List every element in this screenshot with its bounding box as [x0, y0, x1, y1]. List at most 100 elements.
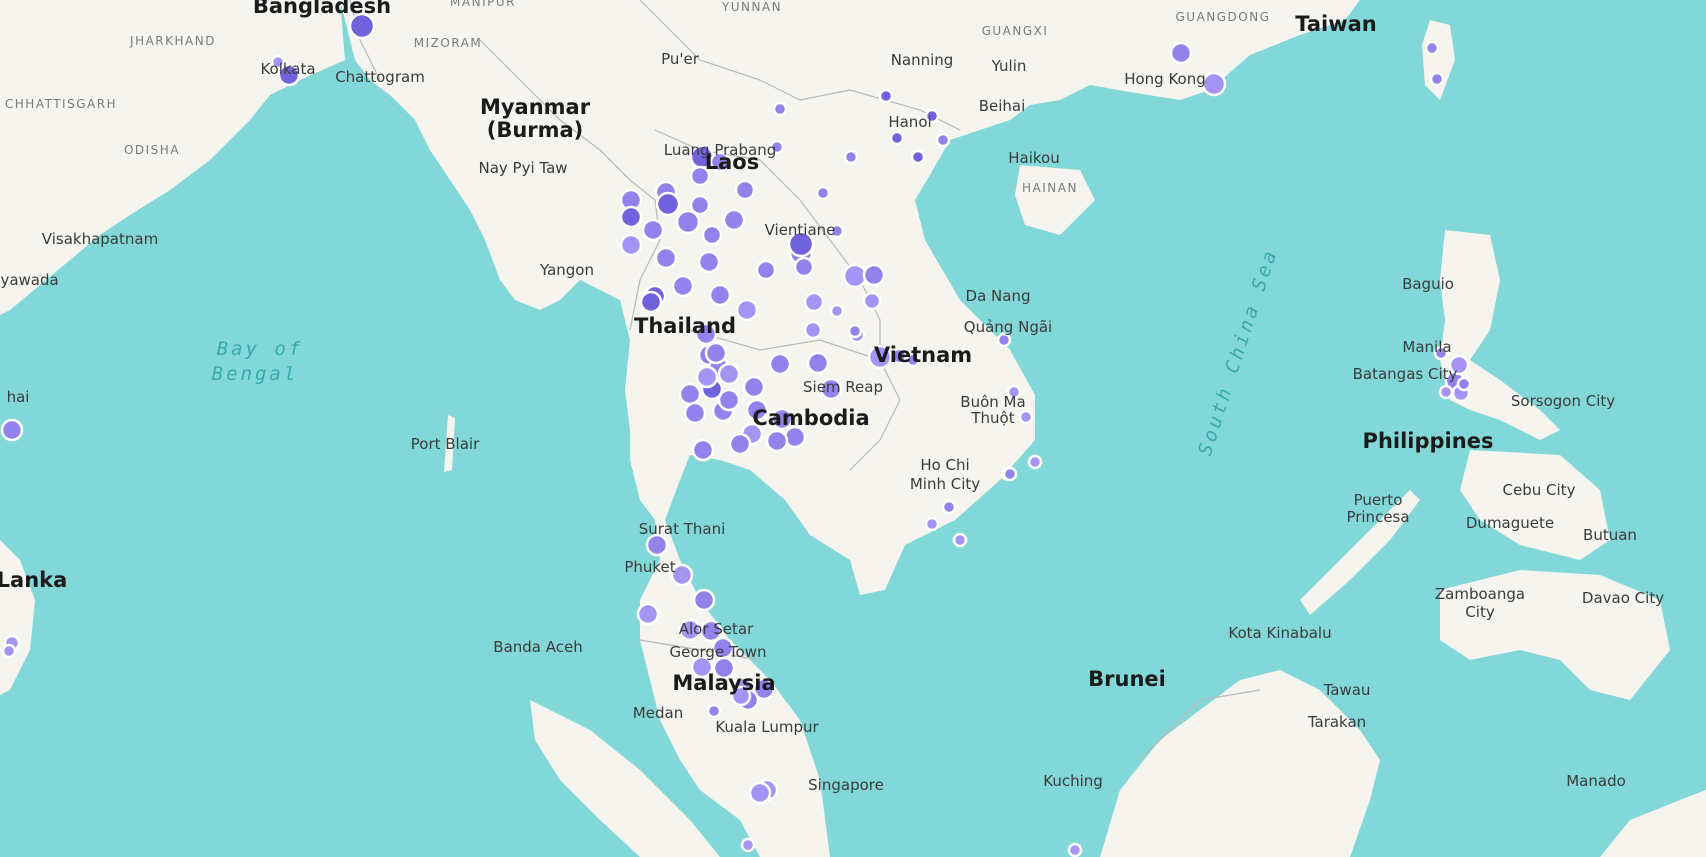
city-label-puer: Pu'er [661, 50, 699, 68]
map-marker[interactable] [829, 303, 845, 319]
map-marker[interactable] [1018, 409, 1034, 425]
city-label-kuching: Kuching [1043, 772, 1103, 790]
city-label-kuala-lumpur: Kuala Lumpur [715, 718, 819, 736]
map-marker[interactable] [1, 643, 17, 659]
map-marker[interactable] [793, 256, 815, 278]
map-marker[interactable] [619, 233, 643, 257]
map-marker[interactable] [847, 323, 863, 339]
map-marker[interactable] [765, 429, 789, 453]
map-marker[interactable] [889, 130, 905, 146]
map-marker[interactable] [655, 191, 681, 217]
city-label-singapore: Singapore [808, 776, 884, 794]
map-marker[interactable] [678, 382, 702, 406]
map-marker[interactable] [935, 132, 951, 148]
map-marker[interactable] [639, 290, 663, 314]
map-canvas[interactable]: Bangladesh Myanmar (Burma) Laos Thailand Camb… [0, 0, 1706, 857]
city-label-da-nang: Da Nang [965, 287, 1031, 305]
map-marker[interactable] [722, 208, 746, 232]
city-label-chennai: hai [6, 388, 30, 406]
region-label-mizoram: MIZORAM [413, 36, 483, 50]
map-marker[interactable] [740, 837, 756, 853]
map-marker[interactable] [706, 703, 722, 719]
map-marker[interactable] [772, 101, 788, 117]
city-label-batangas: Batangas City [1352, 365, 1458, 383]
region-label-hainan: HAINAN [1022, 181, 1078, 195]
country-label-sri-lanka: Lanka [0, 568, 68, 592]
map-marker[interactable] [1438, 384, 1454, 400]
map-marker[interactable] [806, 351, 830, 375]
city-label-manila: Manila [1402, 338, 1452, 356]
city-label-butuan: Butuan [1583, 526, 1637, 544]
map-marker[interactable] [641, 218, 665, 242]
map-marker[interactable] [952, 532, 968, 548]
map-marker[interactable] [697, 250, 721, 274]
city-label-hanoi: Hanoi [888, 113, 932, 131]
map-marker[interactable] [675, 209, 701, 235]
city-label-tarakan: Tarakan [1307, 713, 1367, 731]
map-marker[interactable] [619, 205, 643, 229]
region-label-guangxi: GUANGXI [981, 24, 1049, 38]
country-label-brunei: Brunei [1088, 667, 1166, 691]
city-label-tawau: Tawau [1323, 681, 1371, 699]
map-marker[interactable] [734, 179, 756, 201]
region-label-chhattisgarh: CHHATTISGARH [4, 97, 118, 111]
region-label-odisha: ODISHA [123, 143, 181, 157]
map-marker[interactable] [1027, 454, 1043, 470]
map-marker[interactable] [768, 352, 792, 376]
map-marker[interactable] [862, 263, 886, 287]
city-label-quang-ngai: Quảng Ngãi [963, 318, 1053, 336]
map-marker[interactable] [1067, 842, 1083, 857]
map-marker[interactable] [735, 298, 759, 322]
city-label-banda-aceh: Banda Aceh [493, 638, 583, 656]
map-marker[interactable] [728, 432, 752, 456]
map-marker[interactable] [1424, 40, 1440, 56]
map-marker[interactable] [701, 224, 723, 246]
city-label-ho-chi-minh-2: Minh City [909, 475, 981, 493]
map-marker[interactable] [803, 320, 823, 340]
map-marker[interactable] [1002, 466, 1018, 482]
map-marker[interactable] [704, 341, 728, 365]
map-marker[interactable] [1169, 41, 1193, 65]
region-label-manipur: MANIPUR [450, 0, 516, 9]
map-marker[interactable] [691, 438, 715, 462]
city-label-kota-kinabalu: Kota Kinabalu [1228, 624, 1332, 642]
map-marker[interactable] [683, 401, 707, 425]
map-marker[interactable] [910, 149, 926, 165]
country-label-myanmar-2: (Burma) [486, 118, 584, 142]
map-marker[interactable] [862, 291, 882, 311]
map-marker[interactable] [692, 588, 716, 612]
map-marker[interactable] [1201, 71, 1227, 97]
map-marker[interactable] [645, 533, 669, 557]
map-marker[interactable] [742, 375, 766, 399]
map-marker[interactable] [654, 246, 678, 270]
map-marker[interactable] [671, 274, 695, 298]
map-marker[interactable] [717, 388, 741, 412]
region-label-guangdong: GUANGDONG [1175, 10, 1271, 24]
map-marker[interactable] [636, 602, 660, 626]
city-label-davao: Davao City [1581, 589, 1665, 607]
map-marker[interactable] [843, 149, 859, 165]
map-marker[interactable] [0, 418, 24, 442]
map-marker[interactable] [708, 283, 732, 307]
map-marker[interactable] [1429, 71, 1445, 87]
map-marker[interactable] [803, 291, 825, 313]
country-label-bangladesh: Bangladesh [252, 0, 392, 18]
city-label-cebu: Cebu City [1502, 481, 1576, 499]
city-label-dumaguete: Dumaguete [1465, 514, 1555, 532]
city-label-surat-thani: Surat Thani [638, 520, 726, 538]
map-marker[interactable] [815, 185, 831, 201]
map-marker[interactable] [748, 781, 772, 805]
map-marker[interactable] [1456, 376, 1472, 392]
map-marker[interactable] [755, 259, 777, 281]
region-label-jharkhand: JHARKHAND [130, 34, 216, 48]
city-label-phuket: Phuket [624, 558, 676, 576]
country-label-taiwan: Taiwan [1295, 12, 1377, 36]
map-marker[interactable] [941, 499, 957, 515]
country-label-philippines: Philippines [1362, 429, 1494, 453]
map-marker[interactable] [783, 425, 807, 449]
map-marker[interactable] [924, 516, 940, 532]
map-marker[interactable] [842, 263, 868, 289]
map-marker[interactable] [695, 365, 719, 389]
map-marker[interactable] [717, 362, 741, 386]
map-marker[interactable] [878, 88, 894, 104]
